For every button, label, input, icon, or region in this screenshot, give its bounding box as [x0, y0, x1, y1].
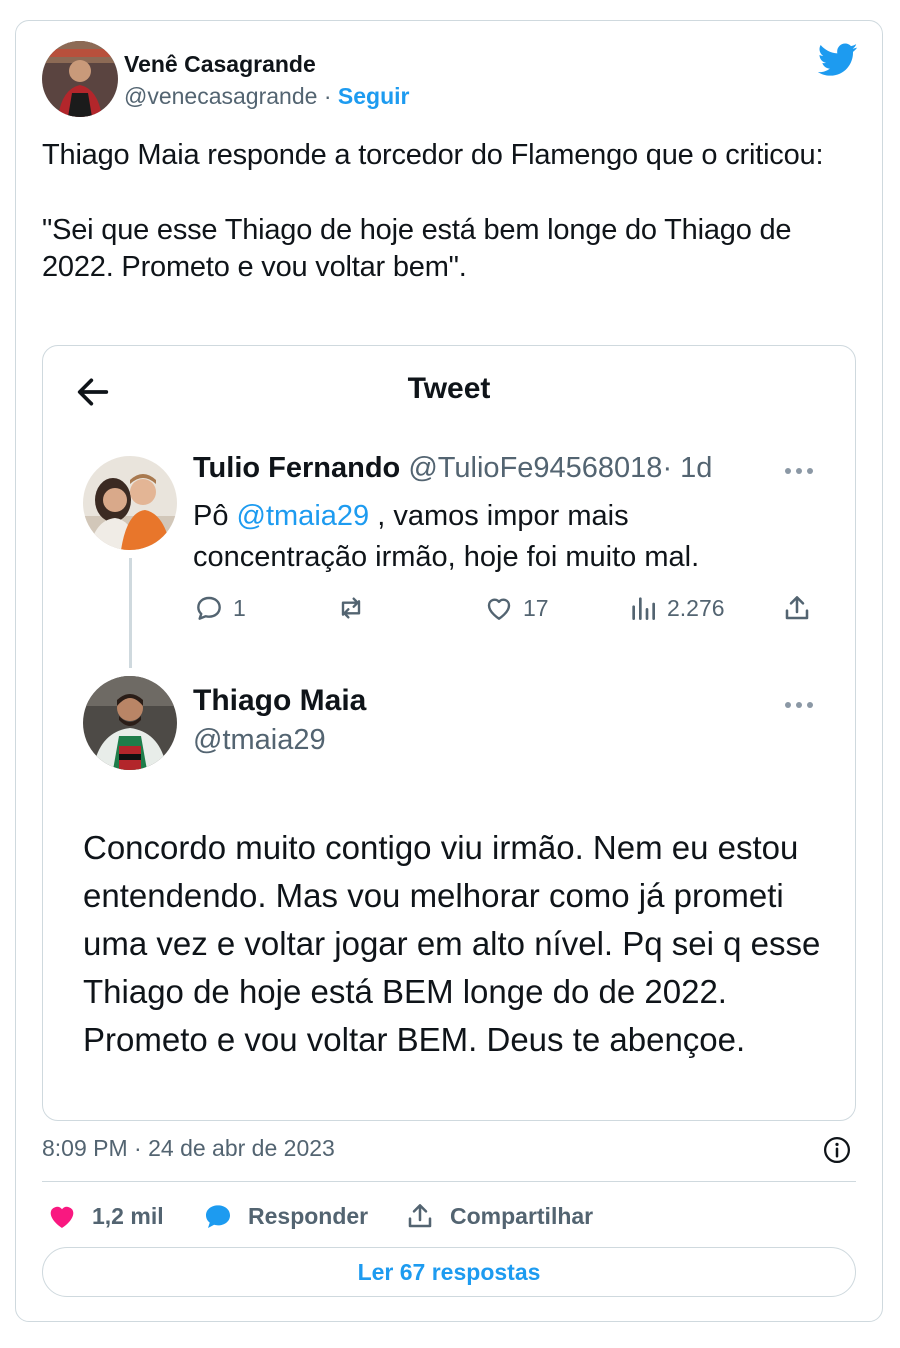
- heart-filled-icon: [50, 1206, 74, 1228]
- main-tweet-text: Concordo muito contigo viu irmão. Nem eu…: [83, 829, 821, 1058]
- share-label: Compartilhar: [450, 1202, 594, 1229]
- share-icon: [785, 596, 809, 620]
- heart-outline-icon: [487, 598, 511, 620]
- reply-tweet-actions: 1 17 2.276: [43, 592, 855, 628]
- embedded-tweet-card: Venê Casagrande @venecasagrande · Seguir…: [15, 20, 883, 1322]
- author-name[interactable]: Venê Casagrande: [124, 51, 316, 78]
- retweet-action[interactable]: [335, 592, 375, 624]
- reply-author-handle[interactable]: @TulioFe94568018: [408, 452, 662, 484]
- more-options-icon[interactable]: [785, 700, 817, 710]
- share-icon: [408, 1204, 432, 1228]
- reply-count: 1: [233, 594, 246, 621]
- twitter-bird-icon[interactable]: [817, 43, 858, 79]
- tweet-timestamp[interactable]: 8:09 PM · 24 de abr de 2023: [42, 1135, 335, 1162]
- mention-link[interactable]: @tmaia29: [237, 500, 370, 532]
- main-author-name[interactable]: Thiago Maia: [193, 684, 366, 718]
- main-author-handle[interactable]: @tmaia29: [193, 724, 326, 757]
- views-chart-icon: [632, 597, 655, 620]
- reply-text-start: Pô: [193, 500, 237, 532]
- share-button[interactable]: Compartilhar: [404, 1197, 593, 1235]
- tulio-avatar[interactable]: [83, 456, 177, 550]
- tweet-text: Thiago Maia responde a torcedor do Flame…: [42, 137, 862, 324]
- views-count: 2.276: [667, 594, 725, 621]
- divider: [42, 1181, 856, 1182]
- reply-button[interactable]: Responder: [202, 1197, 368, 1235]
- reply-action[interactable]: 1: [193, 592, 246, 624]
- separator-dot: ·: [323, 83, 332, 109]
- like-button[interactable]: 1,2 mil: [46, 1197, 164, 1235]
- tweet-paragraph: Thiago Maia responde a torcedor do Flame…: [42, 139, 824, 171]
- read-replies-button[interactable]: Ler 67 respostas: [42, 1247, 856, 1297]
- thiago-avatar[interactable]: [83, 676, 177, 770]
- embedded-screenshot: Tweet Tulio Fernando @TulioFe94568018· 1…: [42, 345, 856, 1121]
- retweet-icon: [341, 597, 361, 619]
- author-handle-line: @venecasagrande · Seguir: [124, 83, 409, 110]
- comment-icon: [197, 596, 221, 620]
- reply-label: Responder: [248, 1202, 369, 1229]
- follow-button[interactable]: Seguir: [338, 83, 410, 109]
- author-handle[interactable]: @venecasagrande: [124, 83, 317, 109]
- reply-tweet-text: Pô @tmaia29 , vamos impor mais concentra…: [193, 496, 793, 578]
- like-total: 1,2 mil: [92, 1202, 164, 1229]
- more-options-icon[interactable]: [785, 466, 817, 476]
- author-avatar[interactable]: [42, 41, 118, 117]
- reply-author-name[interactable]: Tulio Fernando: [193, 452, 400, 484]
- reply-tweet-header: Tulio Fernando @TulioFe94568018· 1d: [193, 452, 712, 485]
- like-count: 17: [523, 594, 549, 621]
- share-action[interactable]: [781, 592, 813, 624]
- speech-bubble-icon: [206, 1205, 230, 1228]
- info-icon[interactable]: [822, 1135, 852, 1165]
- screen-title: Tweet: [407, 372, 491, 405]
- reply-time: · 1d: [662, 452, 713, 484]
- views-action[interactable]: 2.276: [627, 592, 725, 624]
- like-action[interactable]: 17: [483, 592, 549, 624]
- tweet-paragraph: "Sei que esse Thiago de hoje está bem lo…: [42, 214, 792, 283]
